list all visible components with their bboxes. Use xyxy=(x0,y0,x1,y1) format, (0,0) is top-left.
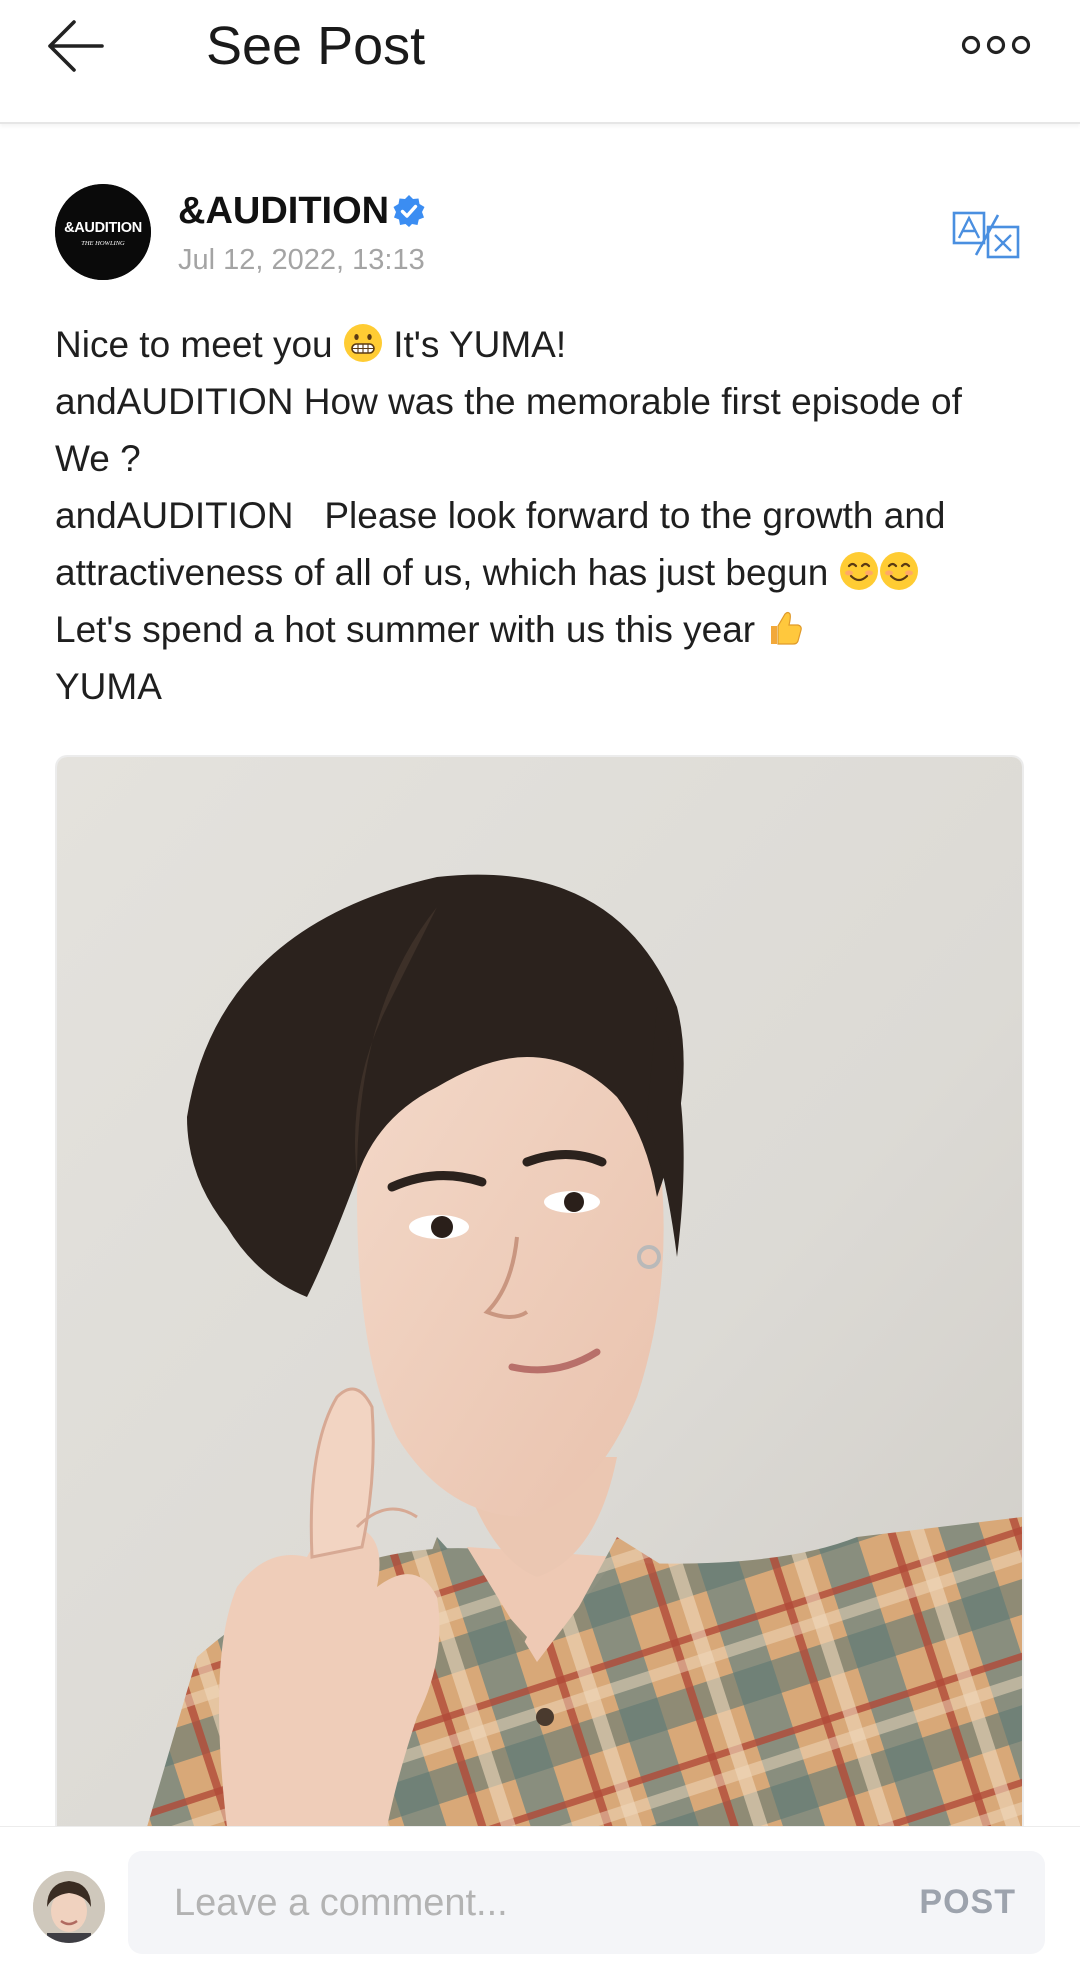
grinning-face-emoji-icon xyxy=(343,324,382,362)
post-body: Nice to meet you It's YUMA! andAUDITION … xyxy=(55,316,1035,715)
post-line-3: We ? xyxy=(55,438,141,479)
back-button[interactable] xyxy=(44,14,120,78)
thumbs-up-emoji-icon xyxy=(771,611,803,645)
more-options-button[interactable] xyxy=(960,30,1032,60)
author-name[interactable]: &AUDITION xyxy=(178,188,389,234)
post-image[interactable] xyxy=(57,757,1022,1827)
avatar-logo-subtext: THE HOWLING xyxy=(81,240,125,247)
translate-button[interactable] xyxy=(952,210,1022,260)
arrow-left-icon xyxy=(48,20,104,72)
user-avatar-photo xyxy=(33,1871,105,1943)
post-line-5: attractiveness of all of us, which has j… xyxy=(55,544,1035,601)
post-text: Let's spend a hot summer with us this ye… xyxy=(55,609,756,650)
post-line-6: Let's spend a hot summer with us this ye… xyxy=(55,601,1035,658)
post-photo xyxy=(57,757,1022,1827)
page-title: See Post xyxy=(206,16,426,76)
smiling-face-emoji-icon xyxy=(879,552,918,590)
audition-logo: &AUDITION THE HOWLING xyxy=(55,184,151,280)
verified-badge-icon xyxy=(392,194,426,228)
smiling-face-emoji-icon xyxy=(839,552,878,590)
more-horizontal-icon xyxy=(961,35,1031,55)
post-text: Nice to meet you xyxy=(55,324,333,365)
author-avatar[interactable]: &AUDITION THE HOWLING xyxy=(55,184,151,280)
app-header: See Post xyxy=(0,0,1080,124)
post-comment-button[interactable]: POST xyxy=(919,1851,1016,1954)
post-text: It's YUMA! xyxy=(393,324,567,365)
post-line-7: YUMA xyxy=(55,666,162,707)
comment-input[interactable] xyxy=(172,1851,876,1956)
comment-field[interactable] xyxy=(128,1851,1045,1956)
translate-icon xyxy=(952,211,1020,259)
avatar-logo-text: &AUDITION xyxy=(64,220,142,236)
post-line-1: Nice to meet you It's YUMA! xyxy=(55,316,1035,373)
current-user-avatar[interactable] xyxy=(33,1871,105,1943)
post-timestamp: Jul 12, 2022, 13:13 xyxy=(178,244,425,276)
post-text: attractiveness of all of us, which has j… xyxy=(55,552,829,593)
post-line-2: andAUDITION How was the memorable first … xyxy=(55,381,962,422)
post-line-4: andAUDITION Please look forward to the g… xyxy=(55,495,946,536)
